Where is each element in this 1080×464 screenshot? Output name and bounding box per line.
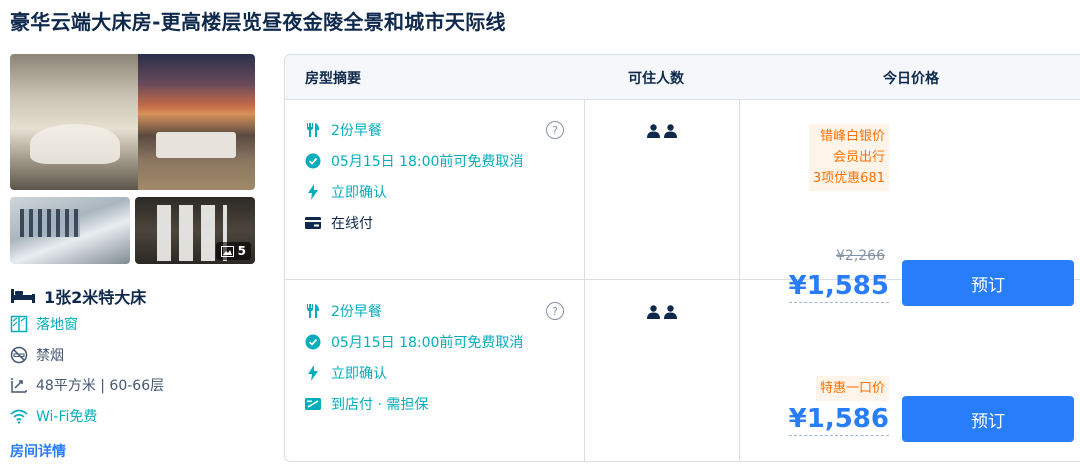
- facility-window-label: 落地窗: [36, 317, 78, 333]
- payment-method: 在线付: [305, 213, 373, 233]
- cutlery-icon: [307, 123, 319, 137]
- room-title: 豪华云端大床房-更高楼层览昼夜金陵全景和城市天际线: [10, 10, 506, 34]
- rate-table-header: 房型摘要 可住人数 今日价格: [285, 55, 1080, 100]
- photo-count-badge[interactable]: 5: [215, 242, 251, 260]
- book-button[interactable]: 预订: [902, 396, 1074, 442]
- header-summary: 房型摘要: [305, 71, 361, 87]
- facility-wifi: Wi-Fi免费: [10, 406, 97, 426]
- room-photo-bathroom[interactable]: [10, 197, 130, 264]
- guest-capacity: [647, 124, 677, 138]
- cancel-policy-label: 05月15日 18:00前可免费取消: [331, 154, 524, 170]
- rate-row: 2份早餐 ? 05月15日 18:00前可免费取消 立即确认 在线付 错峰白银价…: [285, 100, 1080, 306]
- promo-line: 会员出行: [832, 150, 885, 165]
- breakfast-label: 2份早餐: [331, 304, 382, 320]
- header-occupancy: 可住人数: [628, 71, 684, 87]
- instant-confirm: 立即确认: [305, 363, 387, 383]
- lightning-icon: [308, 184, 318, 200]
- bed-icon: [11, 289, 35, 303]
- current-price[interactable]: ¥1,586: [788, 403, 889, 436]
- area-icon: [11, 378, 27, 393]
- promo-line: 特惠一口价: [819, 381, 885, 396]
- facility-smoking-label: 禁烟: [36, 348, 64, 364]
- rate-row: 2份早餐 ? 05月15日 18:00前可免费取消 立即确认 到店付 · 需担保…: [285, 281, 1080, 461]
- instant-confirm: 立即确认: [305, 182, 387, 202]
- cancel-policy-label: 05月15日 18:00前可免费取消: [331, 335, 524, 351]
- original-price: ¥2,266: [836, 248, 885, 264]
- facility-wifi-label: Wi-Fi免费: [36, 409, 98, 425]
- card-icon: [305, 217, 321, 229]
- check-circle-icon: [305, 153, 321, 169]
- room-photo-main[interactable]: [10, 54, 255, 190]
- bed-label: 1张2米特大床: [44, 288, 147, 307]
- payment-label: 到店付 · 需担保: [331, 397, 429, 413]
- cancel-policy[interactable]: 05月15日 18:00前可免费取消: [305, 332, 523, 352]
- person-icon: [664, 124, 677, 138]
- facility-window: 落地窗: [10, 314, 78, 334]
- check-circle-icon: [305, 334, 321, 350]
- instant-confirm-label: 立即确认: [331, 185, 387, 201]
- help-icon[interactable]: ?: [546, 302, 564, 320]
- facility-area-label: 48平方米 | 60-66层: [36, 378, 165, 394]
- room-photo-toiletries[interactable]: 5: [135, 197, 255, 264]
- person-icon: [664, 305, 677, 319]
- room-detail-link[interactable]: 房间详情: [10, 441, 66, 461]
- promo-tag[interactable]: 错峰白银价 会员出行 3项优惠681: [808, 124, 889, 191]
- person-icon: [647, 124, 660, 138]
- cutlery-icon: [307, 304, 319, 318]
- breakfast-info: 2份早餐: [305, 120, 382, 140]
- cash-icon: [305, 398, 321, 410]
- image-icon: [220, 245, 234, 257]
- facility-smoking: 禁烟: [10, 345, 64, 365]
- breakfast-label: 2份早餐: [331, 123, 382, 139]
- lightning-icon: [308, 365, 318, 381]
- header-price: 今日价格: [883, 71, 939, 87]
- help-icon[interactable]: ?: [546, 121, 564, 139]
- breakfast-info: 2份早餐: [305, 301, 382, 321]
- photo-count: 5: [237, 244, 246, 258]
- payment-method: 到店付 · 需担保: [305, 394, 428, 414]
- cancel-policy[interactable]: 05月15日 18:00前可免费取消: [305, 151, 523, 171]
- promo-tag[interactable]: 特惠一口价: [815, 376, 889, 401]
- promo-line: 3项优惠681: [812, 171, 885, 186]
- instant-confirm-label: 立即确认: [331, 366, 387, 382]
- wifi-icon: [10, 409, 28, 424]
- bed-info: 1张2米特大床: [10, 284, 146, 308]
- promo-line: 错峰白银价: [819, 129, 885, 144]
- facility-area: 48平方米 | 60-66层: [10, 375, 164, 395]
- no-smoking-icon: [10, 346, 28, 364]
- guest-capacity: [647, 305, 677, 319]
- window-icon: [10, 315, 28, 333]
- payment-label: 在线付: [331, 216, 373, 232]
- person-icon: [647, 305, 660, 319]
- rate-table: 房型摘要 可住人数 今日价格 2份早餐 ? 05月15日 18:00前可免费取消…: [284, 54, 1080, 462]
